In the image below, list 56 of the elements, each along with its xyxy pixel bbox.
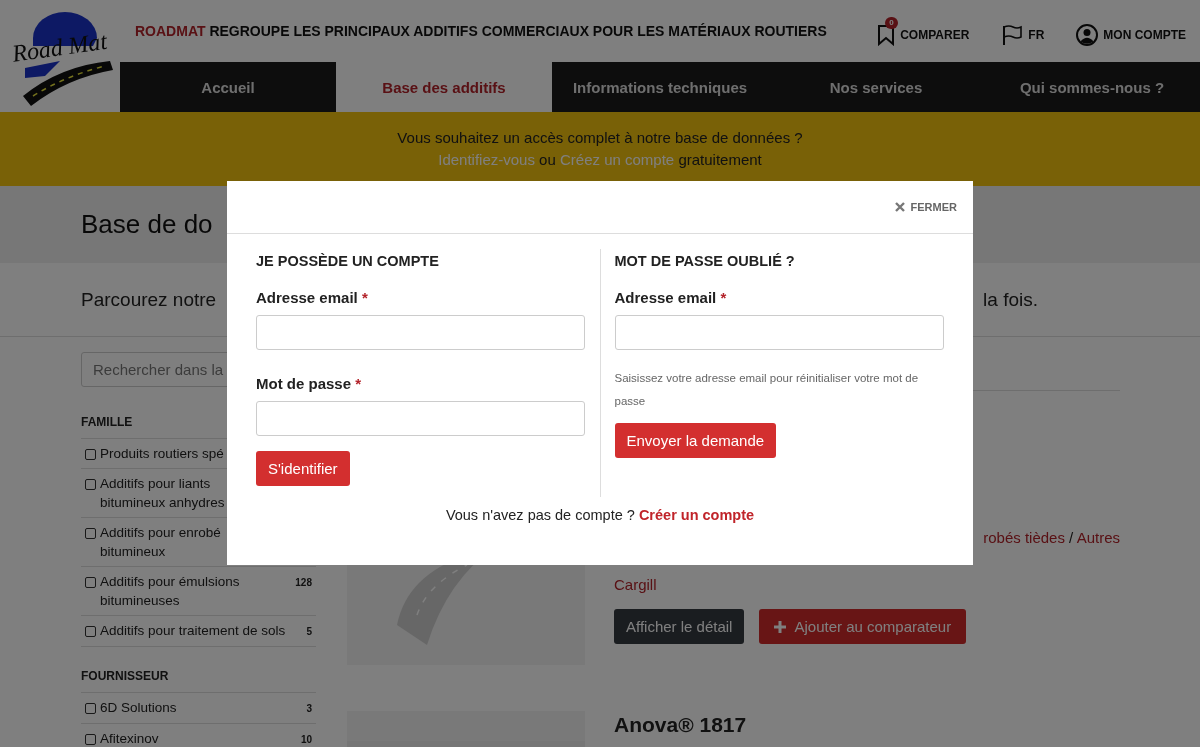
product-title: Anova® 1817 bbox=[614, 713, 747, 737]
logo[interactable]: Road Mat bbox=[5, 6, 115, 106]
input-field[interactable] bbox=[256, 315, 585, 350]
help-text: Saisissez votre adresse email pour réinitialiser votre mot de passe bbox=[614, 371, 920, 409]
plus-icon bbox=[774, 620, 787, 633]
send-request-button[interactable]: Envoyer la demande bbox=[614, 423, 777, 458]
signup-link[interactable]: Créer un compte bbox=[638, 507, 755, 523]
add-compare-button[interactable]: Ajouter au comparateur bbox=[759, 609, 967, 644]
site-tagline: ROADMAT REGROUPE LES PRINCIPAUX ADDITIFS COMMERCIAUX POUR LES MATÉRIAUX ROUTIERS bbox=[135, 23, 827, 39]
checkbox[interactable] bbox=[85, 626, 96, 637]
flag-icon bbox=[1001, 24, 1024, 46]
nav-tab[interactable]: Informations techniques bbox=[552, 62, 768, 112]
checkbox[interactable] bbox=[85, 734, 96, 745]
compare-link[interactable]: 0 COMPARER bbox=[877, 16, 970, 46]
input-field[interactable] bbox=[614, 315, 944, 350]
checkbox[interactable] bbox=[85, 528, 96, 539]
banner-text: Vous souhaitez un accès complet à notre base de données ? bbox=[397, 128, 803, 148]
login-button[interactable]: S'identifier bbox=[256, 451, 350, 486]
intro-text: Parcourez notre bbox=[81, 288, 217, 311]
filter-heading: FOURNISSEUR bbox=[81, 669, 316, 693]
close-button[interactable]: FERMER bbox=[892, 199, 959, 215]
field-label: Adresse email * bbox=[256, 289, 369, 306]
page-title: Base de do bbox=[81, 209, 213, 240]
checkbox[interactable] bbox=[85, 449, 96, 460]
supplier-link[interactable]: Cargill bbox=[614, 576, 1120, 593]
filter-label[interactable]: Additifs pour émulsions bitumineuses bbox=[100, 572, 292, 610]
detail-button[interactable]: Afficher le détail bbox=[614, 609, 745, 644]
filter-count: 128 bbox=[295, 576, 312, 590]
filter-count: 10 bbox=[300, 733, 312, 747]
input-field[interactable] bbox=[256, 401, 585, 436]
section-heading: JE POSSÈDE UN COMPTE bbox=[256, 253, 440, 269]
count-badge: 0 bbox=[885, 17, 898, 29]
bookmark-icon bbox=[877, 24, 896, 46]
intro-text: la fois. bbox=[983, 288, 1038, 311]
close-icon bbox=[894, 202, 905, 212]
user-icon bbox=[1076, 24, 1099, 46]
filter-count: 3 bbox=[306, 702, 312, 716]
language-link[interactable]: FR bbox=[1001, 16, 1045, 46]
nav-tab[interactable]: Qui sommes-nous ? bbox=[984, 62, 1200, 112]
filter-count: 5 bbox=[306, 625, 312, 639]
nav-tab[interactable]: Accueil bbox=[120, 62, 336, 112]
filter-label[interactable]: 6D Solutions bbox=[100, 698, 303, 717]
signup-prompt: Vous n'avez pas de compte ? Créer un compte bbox=[444, 507, 756, 523]
field-label: Adresse email * bbox=[614, 289, 728, 306]
category-link[interactable]: robés tièdes bbox=[983, 529, 1065, 546]
checkbox[interactable] bbox=[85, 703, 96, 714]
account-link[interactable]: MON COMPTE bbox=[1076, 16, 1186, 46]
filter-label[interactable]: Additifs pour traitement de sols bbox=[100, 621, 303, 640]
filter-label[interactable]: Afitexinov bbox=[100, 729, 297, 747]
section-heading: MOT DE PASSE OUBLIÉ ? bbox=[614, 253, 796, 269]
nav-tab[interactable]: Nos services bbox=[768, 62, 984, 112]
checkbox[interactable] bbox=[85, 577, 96, 588]
banner-text: Identifiez-vous ou Créez un compte gratuitement bbox=[438, 150, 762, 170]
checkbox[interactable] bbox=[85, 479, 96, 490]
nav-tab[interactable]: Base des additifs bbox=[336, 62, 552, 112]
category-link[interactable]: Autres bbox=[1076, 529, 1120, 546]
